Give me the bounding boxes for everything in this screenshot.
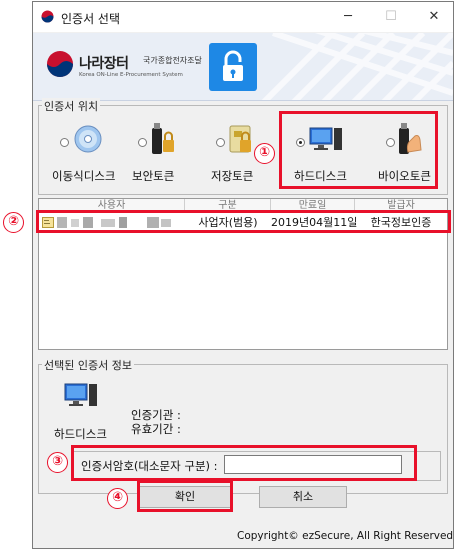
radio-security-token[interactable] (138, 138, 147, 147)
app-icon (41, 10, 54, 23)
title-bar: 인증서 선택 ─ ☐ ✕ (33, 2, 453, 32)
minimize-button[interactable]: ─ (333, 6, 363, 28)
close-button[interactable]: ✕ (419, 6, 449, 28)
security-token-label[interactable]: 보안토큰 (132, 168, 174, 184)
selected-info-label: 선택된 인증서 정보 (42, 357, 134, 373)
annotation-number-4: ④ (107, 488, 128, 509)
security-token-icon[interactable] (150, 122, 176, 156)
banner: 나라장터 국가종합전자조달 Korea ON-Line E-Procuremen… (33, 33, 453, 101)
lock-icon (209, 43, 257, 91)
storage-token-icon[interactable] (228, 122, 254, 156)
computer-icon (64, 383, 97, 406)
logo-subtitle: 국가종합전자조달 (143, 56, 202, 65)
radio-removable-disk[interactable] (60, 138, 69, 147)
annotation-number-1: ① (254, 143, 275, 164)
storage-token-label[interactable]: 저장토큰 (211, 168, 253, 184)
radio-storage-token[interactable] (216, 138, 225, 147)
highlight-box-4 (137, 480, 233, 512)
maximize-button[interactable]: ☐ (376, 6, 406, 28)
highlight-box-3 (71, 445, 417, 481)
removable-disk-label[interactable]: 이동식디스크 (52, 168, 115, 184)
highlight-box-2 (36, 210, 451, 233)
cancel-button[interactable]: 취소 (259, 486, 347, 508)
window-title: 인증서 선택 (61, 12, 121, 26)
selected-device-label: 하드디스크 (54, 427, 107, 441)
disc-icon[interactable] (73, 124, 103, 154)
validity-label: 유효기간 : (131, 422, 181, 436)
highlight-box-1 (279, 111, 438, 189)
location-group-label: 인증서 위치 (42, 98, 101, 114)
annotation-number-3: ③ (47, 452, 68, 473)
logo-icon (47, 51, 73, 77)
copyright-text: Copyright© ezSecure, All Right Reserved (237, 530, 454, 542)
logo-english: Korea ON-Line E-Procurement System (79, 72, 183, 78)
annotation-number-2: ② (3, 212, 24, 233)
logo-title: 나라장터 (79, 56, 129, 72)
